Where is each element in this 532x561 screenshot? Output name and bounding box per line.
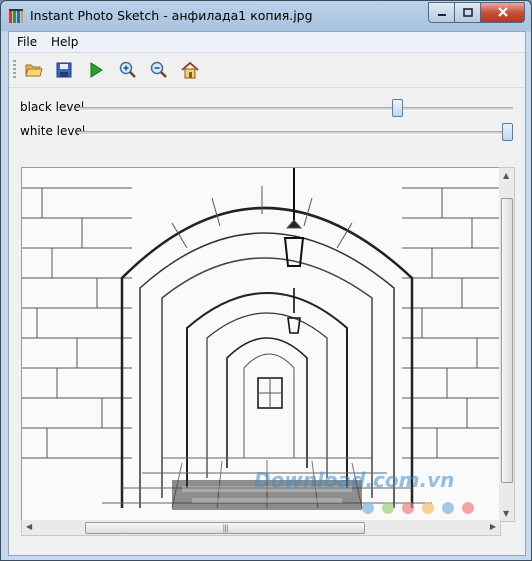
white-level-track[interactable] [79,131,513,135]
menu-help[interactable]: Help [51,35,78,49]
black-level-track[interactable] [79,107,513,111]
save-button[interactable] [52,58,76,82]
white-level-thumb[interactable] [502,123,513,141]
black-level-row: black level [9,96,525,120]
maximize-icon [462,7,473,17]
vertical-scroll-thumb[interactable] [501,198,513,483]
menu-file[interactable]: File [17,35,37,49]
minimize-button[interactable] [428,2,454,23]
minimize-icon [437,13,446,16]
close-icon [497,7,508,17]
zoom-out-button[interactable] [147,58,171,82]
watermark-dots [362,502,474,514]
window-title: Instant Photo Sketch - анфилада1 копия.j… [30,8,313,23]
maximize-button[interactable] [454,2,480,23]
toolbar-grip[interactable] [13,60,16,80]
scroll-down-icon[interactable]: ▼ [503,509,509,518]
toolbar [9,53,525,88]
run-icon [90,62,103,78]
vertical-scrollbar[interactable]: ▲ ▼ [499,167,515,522]
scroll-up-icon[interactable]: ▲ [503,171,509,180]
white-level-row: white level [9,120,525,144]
white-level-label: white level [20,124,86,138]
horizontal-scrollbar[interactable]: ◀ ||| ▶ [21,520,501,536]
open-button[interactable] [22,58,46,82]
scroll-left-icon[interactable]: ◀ [26,522,32,531]
run-button[interactable] [84,58,108,82]
scroll-grip-icon: ||| [222,523,228,533]
zoom-out-icon [150,61,167,78]
zoom-in-button[interactable] [116,58,140,82]
sketch-image[interactable]: Download.com.vn [21,167,501,522]
black-level-label: black level [20,100,85,114]
app-window: Instant Photo Sketch - анфилада1 копия.j… [0,0,532,561]
menu-bar: File Help [9,32,525,53]
open-icon [25,64,43,77]
close-button[interactable] [480,2,525,23]
scroll-right-icon[interactable]: ▶ [490,522,496,531]
app-icon [9,9,23,23]
save-icon [56,62,72,78]
zoom-in-icon [119,61,136,78]
home-icon [181,61,199,78]
watermark-text: Download.com.vn [254,468,455,492]
client-area: File Help black level white level Downlo… [8,31,526,556]
horizontal-scroll-thumb[interactable]: ||| [85,522,365,534]
title-bar[interactable]: Instant Photo Sketch - анфилада1 копия.j… [1,1,531,31]
home-button[interactable] [178,58,202,82]
black-level-thumb[interactable] [392,99,404,117]
